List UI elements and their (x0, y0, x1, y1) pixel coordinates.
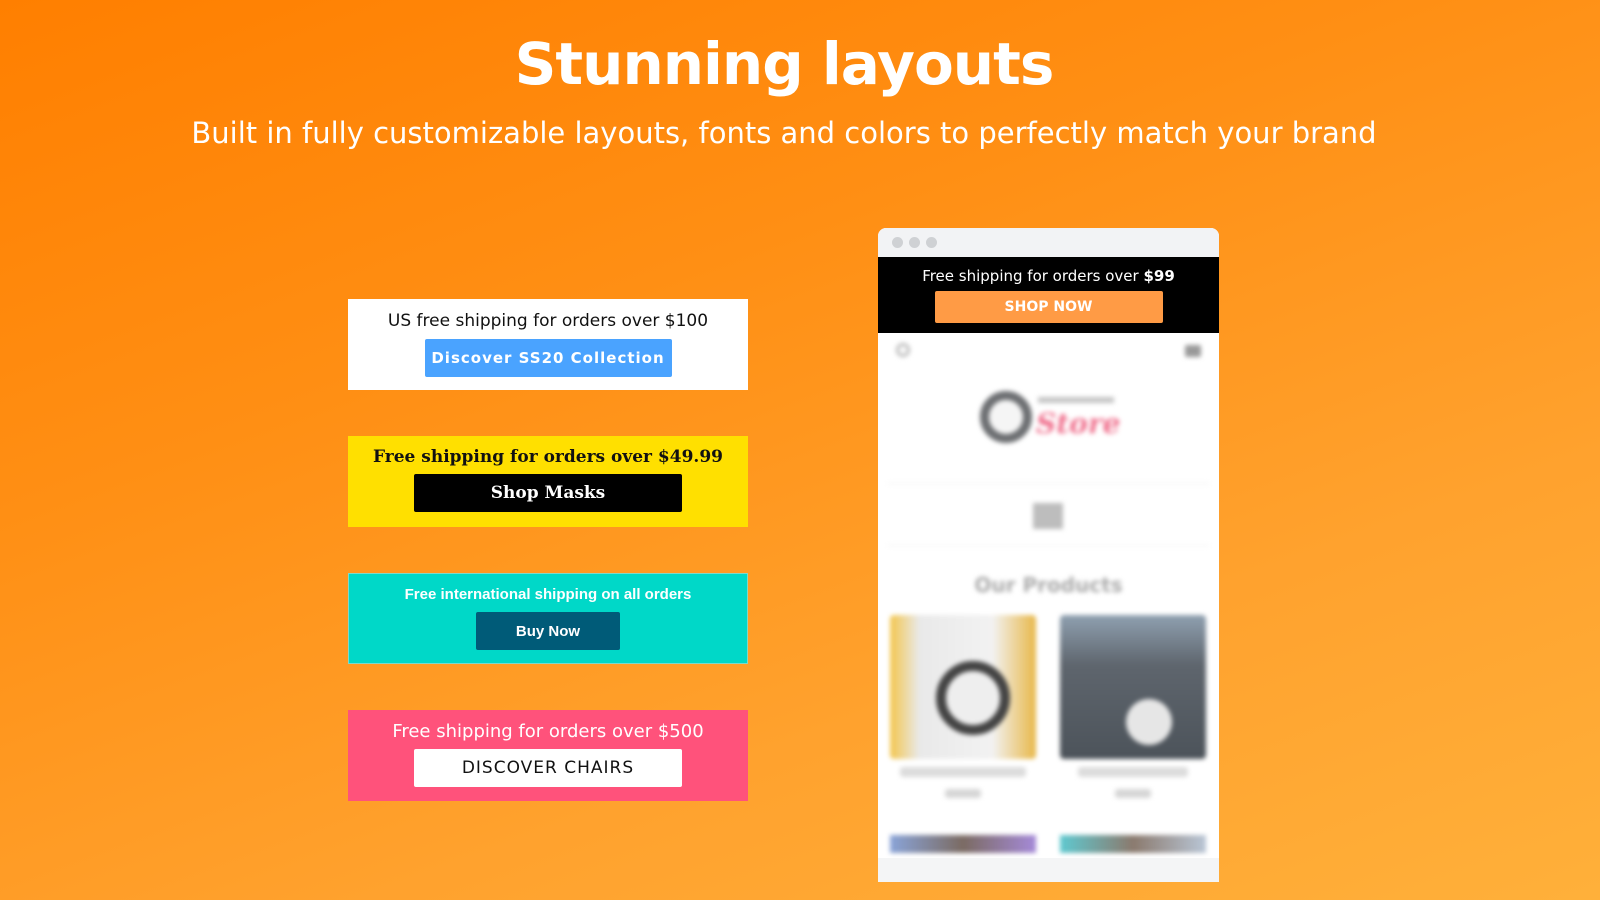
browser-bottom-bar (878, 858, 1219, 882)
banner-message: Free shipping for orders over $500 (392, 721, 704, 742)
store-logo-icon (980, 391, 1032, 443)
search-icon (896, 343, 910, 357)
product-price-placeholder (945, 789, 981, 798)
shop-now-button[interactable]: SHOP NOW (934, 291, 1163, 323)
banner-example-2: Free shipping for orders over $49.99 Sho… (348, 436, 748, 527)
shop-masks-button[interactable]: Shop Masks (414, 474, 682, 512)
page-title: Stunning layouts (514, 30, 1055, 98)
window-dot-icon (926, 237, 937, 248)
banner-example-3: Free international shipping on all order… (348, 573, 748, 664)
product-image (890, 615, 1036, 759)
menu-icon (1033, 503, 1063, 529)
products-heading: Our Products (974, 573, 1123, 597)
page-subtitle: Built in fully customizable layouts, fon… (191, 116, 1377, 150)
announcement-message: Free shipping for orders over $99 (922, 267, 1175, 285)
product-image (1060, 615, 1206, 759)
announcement-amount: $99 (1143, 267, 1175, 285)
window-dot-icon (909, 237, 920, 248)
cart-icon (1185, 345, 1201, 357)
product-name-placeholder (1078, 767, 1188, 777)
product-name-placeholder (900, 767, 1026, 777)
browser-chrome (878, 228, 1219, 257)
divider (888, 545, 1209, 546)
banner-example-4: Free shipping for orders over $500 DISCO… (348, 710, 748, 801)
banner-message: Free international shipping on all order… (404, 586, 692, 603)
store-mockup: Free shipping for orders over $99 SHOP N… (878, 228, 1219, 882)
divider (888, 483, 1209, 484)
announcement-bar: Free shipping for orders over $99 SHOP N… (878, 257, 1219, 333)
window-dot-icon (892, 237, 903, 248)
blurred-store-preview: Store Our Products (878, 333, 1219, 853)
product-image (890, 835, 1036, 853)
discover-chairs-button[interactable]: DISCOVER CHAIRS (414, 749, 682, 787)
banner-example-1: US free shipping for orders over $100 Di… (348, 299, 748, 390)
banner-message: Free shipping for orders over $49.99 (372, 447, 723, 467)
product-image (1060, 835, 1206, 853)
announcement-text: Free shipping for orders over (922, 267, 1144, 285)
store-logo-text: Store (1036, 407, 1121, 440)
buy-now-button[interactable]: Buy Now (476, 612, 620, 650)
store-logo-tagline (1038, 397, 1114, 403)
product-price-placeholder (1115, 789, 1151, 798)
discover-collection-button[interactable]: Discover SS20 Collection (424, 339, 672, 377)
banner-message: US free shipping for orders over $100 (387, 311, 709, 331)
